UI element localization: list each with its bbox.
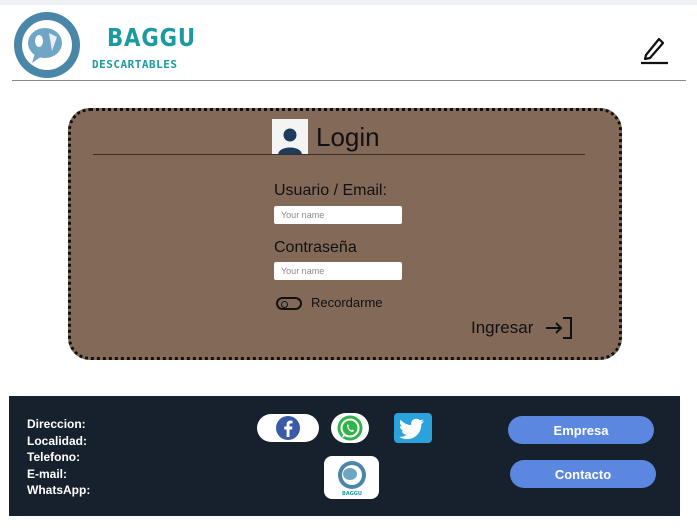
submit-label: Ingresar <box>471 318 534 337</box>
twitter-button[interactable] <box>394 413 432 443</box>
contact-whatsapp: WhatsApp: <box>27 483 91 497</box>
logo-inner <box>22 20 72 70</box>
page: BAGGU DESCARTABLES Login Usuario / Email… <box>0 5 697 532</box>
login-arrow-icon <box>546 317 573 339</box>
brand-logo[interactable] <box>14 12 80 78</box>
header: BAGGU DESCARTABLES <box>0 5 697 83</box>
edit-button[interactable] <box>638 31 670 67</box>
brand-name: BAGGU <box>107 23 197 52</box>
brand-subtitle: DESCARTABLES <box>92 58 178 71</box>
contact-localidad: Localidad: <box>27 433 88 448</box>
brand-logo-icon: BAGGU <box>337 460 366 497</box>
password-label: Contraseña <box>274 239 357 256</box>
remember-label: Recordarme <box>311 295 383 310</box>
contact-list: Direccion: Localidad: Telefono: E-mail: … <box>27 416 90 499</box>
facebook-button[interactable] <box>257 414 319 442</box>
footer-logo-text: BAGGU <box>342 491 362 497</box>
footer: Direccion: Localidad: Telefono: E-mail: … <box>9 396 680 516</box>
toggle-knob <box>281 300 288 308</box>
remember-toggle[interactable] <box>276 297 302 310</box>
footer-logo: BAGGU <box>324 456 379 499</box>
user-input[interactable] <box>274 206 402 224</box>
twitter-icon <box>399 418 424 440</box>
contact-email: E-mail: <box>27 466 68 481</box>
speech-bubble-icon <box>28 28 62 63</box>
contact-direccion: Direccion: <box>27 417 86 431</box>
login-card: Login Usuario / Email: Contraseña Record… <box>68 108 622 360</box>
login-submit-button[interactable]: Ingresar <box>471 317 573 339</box>
contacto-button[interactable]: Contacto <box>510 460 656 488</box>
header-divider <box>12 80 686 81</box>
password-input[interactable] <box>274 262 402 280</box>
contact-telefono: Telefono: <box>27 450 81 464</box>
login-title: Login <box>316 122 380 152</box>
edit-pencil-icon <box>641 37 668 65</box>
title-divider <box>93 154 585 155</box>
whatsapp-icon <box>337 415 363 441</box>
facebook-icon <box>276 416 300 440</box>
empresa-button[interactable]: Empresa <box>508 416 654 444</box>
user-icon <box>272 119 308 155</box>
user-label: Usuario / Email: <box>274 182 387 199</box>
whatsapp-button[interactable] <box>331 413 369 443</box>
